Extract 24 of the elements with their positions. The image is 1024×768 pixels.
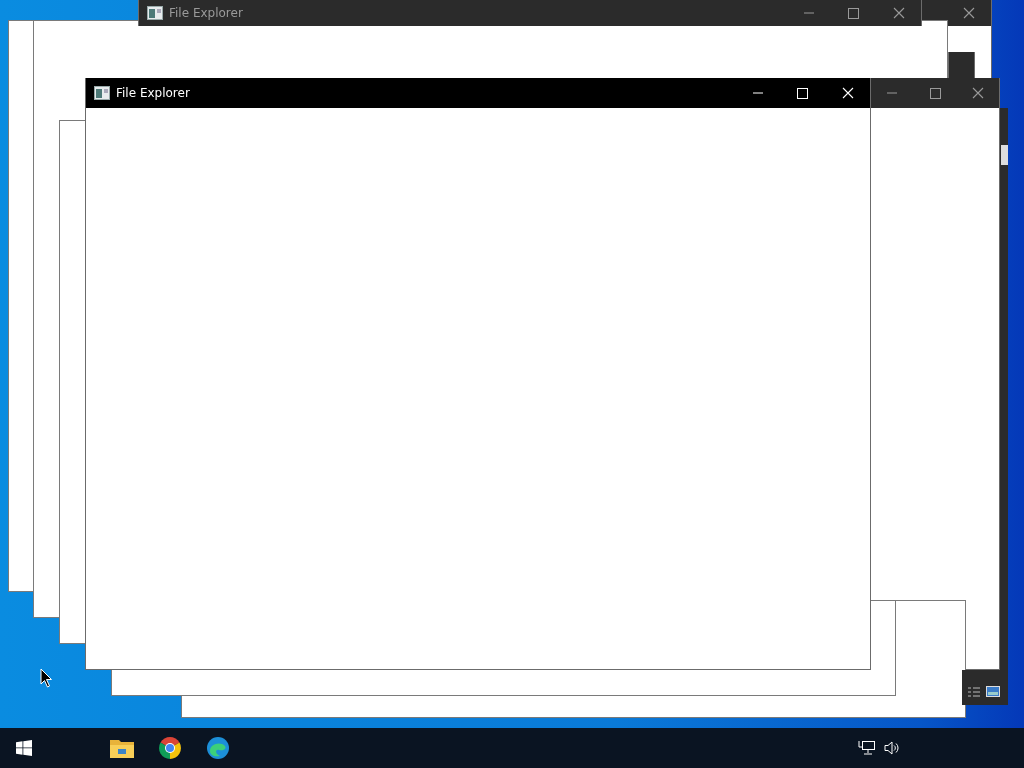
- window-title: File Explorer: [116, 86, 190, 100]
- close-icon: [962, 7, 975, 19]
- browser-icon: [158, 736, 182, 760]
- folder-icon: [110, 738, 134, 758]
- window-app-icon: [147, 6, 163, 20]
- window-app-icon: [94, 86, 110, 100]
- maximize-icon: [929, 87, 941, 99]
- wave-browser-icon: [206, 736, 230, 760]
- details-view-icon[interactable]: [968, 687, 980, 697]
- minimize-icon: [752, 92, 763, 94]
- network-icon[interactable]: [858, 740, 876, 756]
- volume-icon[interactable]: [884, 740, 900, 756]
- maximize-icon: [848, 7, 859, 19]
- windows-logo-icon: [16, 740, 32, 756]
- minimize-icon: [803, 12, 814, 14]
- mouse-pointer-icon: [40, 668, 53, 688]
- window-title: File Explorer: [169, 6, 243, 20]
- close-icon: [841, 87, 854, 99]
- close-icon: [892, 7, 905, 19]
- close-icon: [971, 87, 984, 99]
- scrollbar-thumb[interactable]: [1001, 145, 1008, 165]
- thumbnail-view-icon[interactable]: [986, 686, 1000, 697]
- minimize-icon: [887, 92, 898, 94]
- maximize-icon: [797, 87, 808, 99]
